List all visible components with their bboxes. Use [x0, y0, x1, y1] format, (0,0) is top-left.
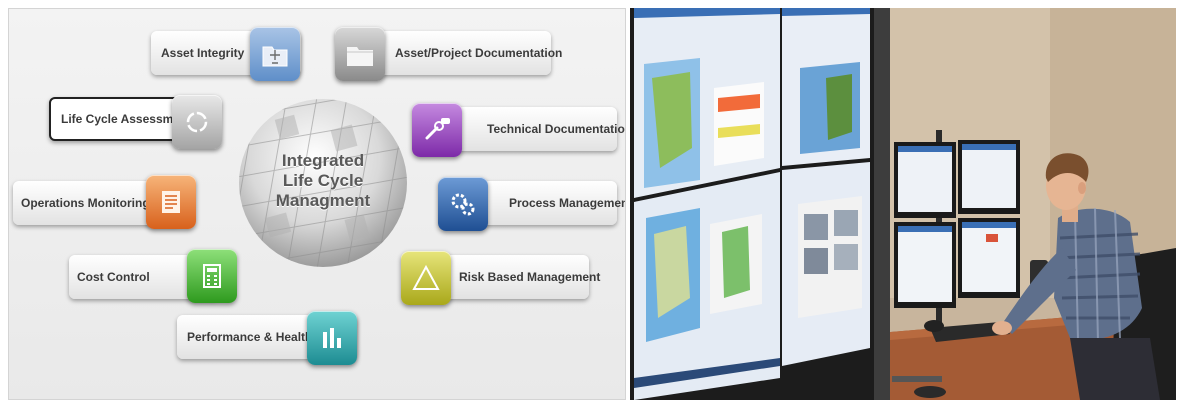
warning-triangle-icon: [401, 251, 451, 305]
item-label: Technical Documentation: [487, 122, 626, 136]
calculator-icon: [187, 249, 237, 303]
folder-document-icon: [250, 27, 300, 81]
center-title-line: Managment: [275, 191, 371, 210]
item-label: Asset Integrity: [161, 46, 245, 60]
document-list-icon: [146, 175, 196, 229]
life-cycle-diagram: Integrated Life Cycle Managment Asset In…: [8, 8, 626, 400]
item-label: Risk Based Management: [459, 270, 601, 284]
center-title: Integrated Life Cycle Managment: [237, 151, 409, 211]
center-title-line: Life Cycle: [282, 171, 364, 190]
item-label: Asset/Project Documentation: [395, 46, 563, 60]
photo-illustration: [630, 8, 1176, 400]
item-label: Operations Monitoring: [21, 196, 150, 210]
item-label: Process Management: [509, 196, 626, 210]
bar-chart-icon: [307, 311, 357, 365]
folder-icon: [335, 27, 385, 81]
gears-icon: [438, 177, 488, 231]
item-label: Performance & Health: [187, 330, 313, 344]
wrench-chat-icon: [412, 103, 462, 157]
cycle-arrows-icon: [172, 95, 222, 149]
control-room-photo: [630, 8, 1176, 400]
item-label: Cost Control: [77, 270, 150, 284]
center-title-line: Integrated: [281, 151, 365, 170]
